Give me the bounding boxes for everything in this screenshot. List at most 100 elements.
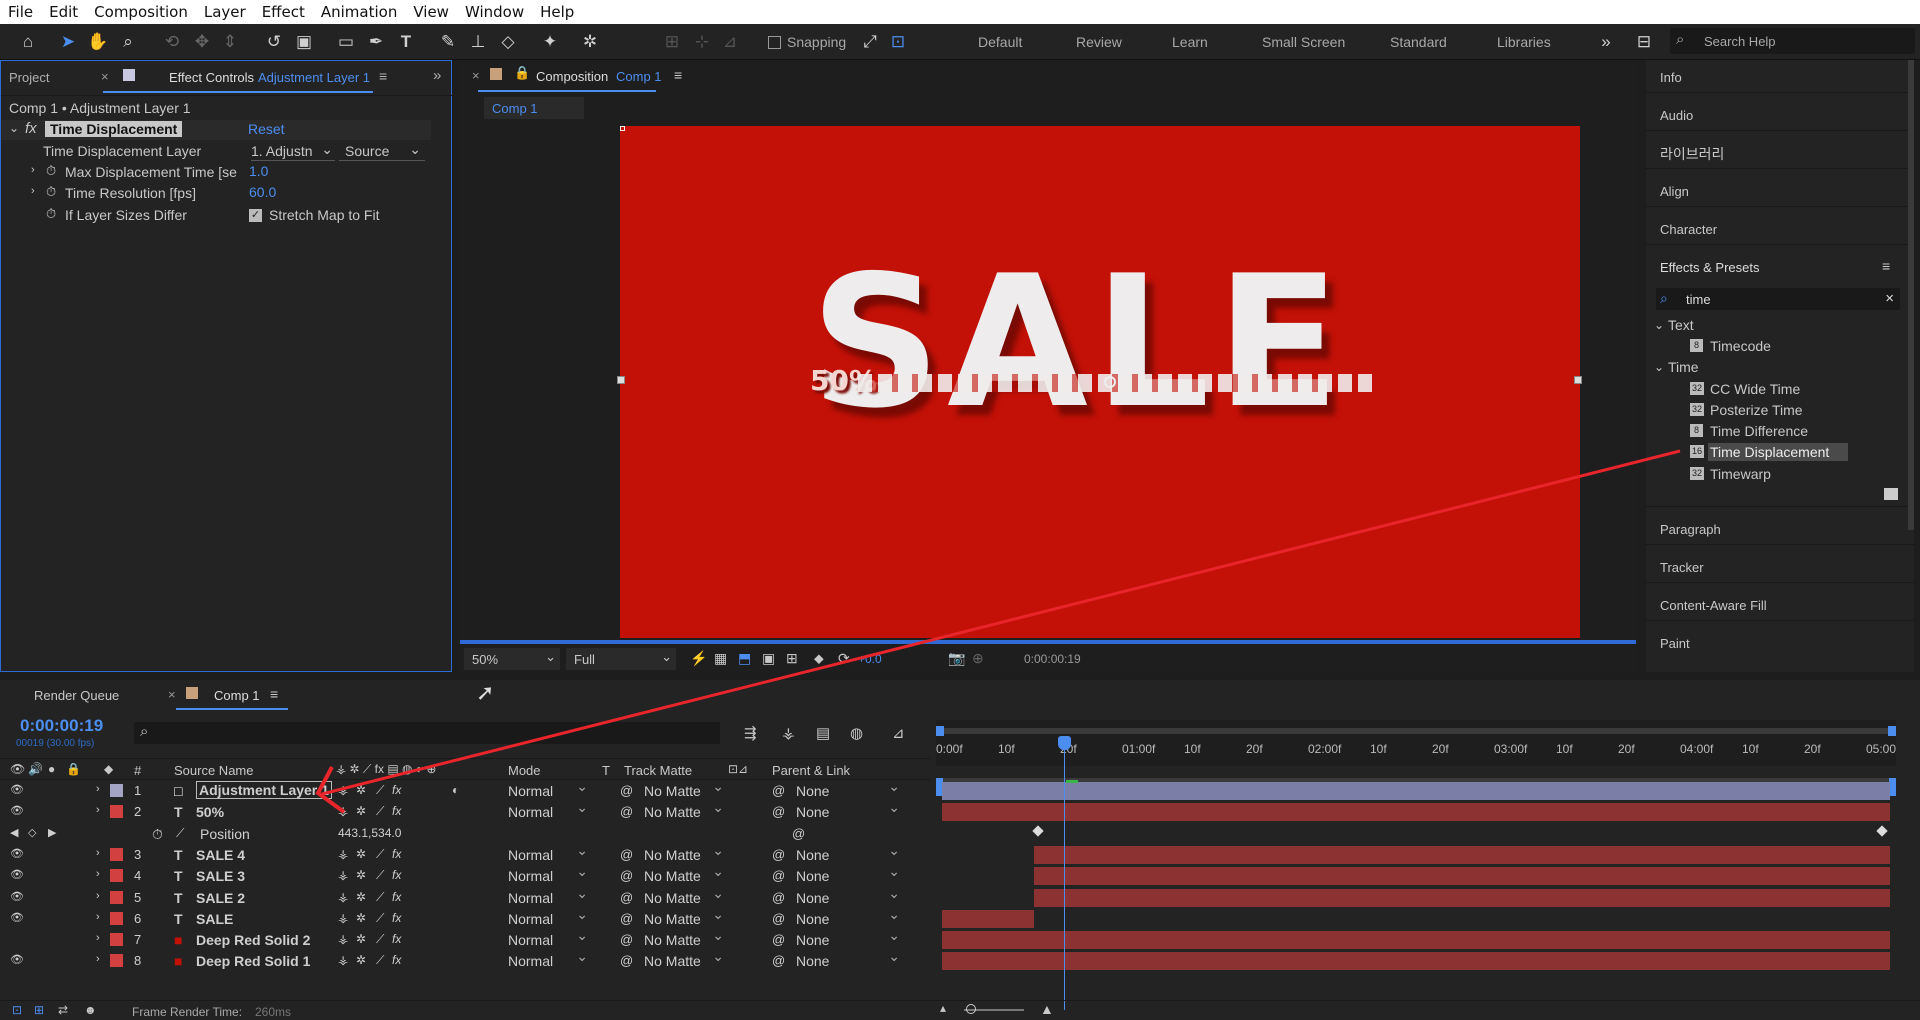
layer-duration-bar[interactable] [942,782,1890,800]
layer-name[interactable]: Deep Red Solid 2 [196,932,310,948]
parent-pick-whip-icon[interactable]: @ [772,953,785,968]
folder-arrow-icon[interactable]: ⌄ [1654,360,1664,374]
label-tag-icon[interactable]: ◆ [104,762,113,776]
shy-icon[interactable]: ☻ [84,1003,97,1017]
track-matte-dropdown[interactable]: No Matte [644,927,724,948]
home-icon[interactable]: ⌂ [16,30,40,54]
tree-timewarp[interactable]: Timewarp [1710,466,1771,482]
parent-pick-whip-icon[interactable]: @ [772,804,785,819]
parent-dropdown[interactable]: None [796,863,900,884]
displacement-source-dropdown[interactable]: Source ⌄ [339,141,425,161]
collapse-switch-icon[interactable]: ✲ [356,953,366,967]
menu-composition[interactable]: Composition [86,3,196,21]
pick-whip-icon[interactable]: @ [620,911,633,926]
parent-pick-whip-icon[interactable]: @ [772,868,785,883]
visibility-icon[interactable]: 👁 [10,911,24,924]
layer-duration-bar[interactable] [942,931,1890,950]
fx-switch-icon[interactable]: fx [392,911,401,925]
adjustment-switch-icon[interactable]: ◐ [452,783,459,797]
layer-row[interactable]: 👁 › 3 T SALE 4 ⚶ ✲ ⟋ fx Normal @ No Matte @ None [0,842,930,865]
reset-link[interactable]: Reset [248,121,285,137]
tree-time-displacement-row[interactable]: Time Displacement [1708,443,1848,461]
fx-switch-icon[interactable]: fx [392,783,401,797]
snapping-checkbox[interactable] [768,36,781,49]
tab-render-queue[interactable]: Render Queue [34,688,119,703]
menu-layer[interactable]: Layer [196,3,254,21]
quality-switch-icon[interactable]: ⟋ [376,890,384,905]
parent-pick-whip-icon[interactable]: @ [772,911,785,926]
snap-edges-icon[interactable]: ⤢ [858,30,882,54]
panel-menu-icon[interactable]: ≡ [674,67,682,83]
audio-switch-icon[interactable]: 🔊 [28,762,43,776]
tree-folder-time[interactable]: Time [1668,359,1699,375]
parent-dropdown[interactable]: None [796,885,900,906]
layer-name[interactable]: SALE [196,911,233,927]
expand-arrow-icon[interactable]: › [96,847,100,859]
mode-dropdown[interactable]: Normal [508,948,588,969]
solo-switch-icon[interactable]: ● [48,762,55,776]
graph-icon[interactable]: ⟋ [176,826,184,841]
layer-duration-bar[interactable] [1034,888,1890,907]
visibility-icon[interactable]: 👁 [10,868,24,881]
layer-duration-bar[interactable] [1034,845,1890,864]
keyframe-icon[interactable]: ◇ [28,826,36,839]
comp-canvas[interactable]: SALE 50% [617,126,1582,638]
layer-row[interactable]: 👁 › 1 □ Adjustment Layer 1 ⚶ ✲ ⟋ fx ◐ Normal @ No Ma… [0,778,930,801]
zoom-tool-icon[interactable]: ⌕ [116,30,140,54]
selection-tool-icon[interactable]: ➤ [56,30,80,54]
label-color[interactable] [110,784,123,797]
layer-row[interactable]: 👁 › 6 T SALE ⚶ ✲ ⟋ fx Normal @ No Matte @ None [0,906,930,929]
layer-name[interactable]: SALE 3 [196,868,245,884]
menu-effect[interactable]: Effect [254,3,313,21]
panel-menu-icon[interactable]: ≡ [379,68,387,84]
collapse-switch-icon[interactable]: ✲ [356,932,366,946]
fx-switch-icon[interactable]: fx [392,804,401,818]
collapse-switch-icon[interactable]: ✲ [356,868,366,882]
expand-arrow-icon[interactable]: › [96,890,100,902]
menu-file[interactable]: File [0,3,41,21]
pick-whip-icon[interactable]: @ [620,890,633,905]
label-color[interactable] [110,954,123,968]
prev-keyframe-icon[interactable]: ◀ [10,826,18,839]
collapse-arrow-icon[interactable]: ⌄ [9,121,19,135]
parent-pick-whip-icon[interactable]: @ [772,890,785,905]
expand-arrow-icon[interactable]: › [96,804,100,816]
displacement-layer-dropdown[interactable]: 1. Adjustn ⌄ [251,141,335,161]
layer-duration-bar[interactable] [942,803,1890,822]
property-value[interactable]: 443.1,534.0 [338,826,401,840]
layer-duration-bar[interactable] [1034,867,1890,886]
label-color[interactable] [110,933,123,947]
axis-local-icon[interactable]: ⊞ [660,30,684,54]
quality-switch-icon[interactable]: ⟋ [376,868,384,883]
axis-view-icon[interactable]: ⊿ [718,30,742,54]
panel-libraries[interactable]: 라이브러리 [1660,144,1724,164]
workspace-learn[interactable]: Learn [1172,34,1208,50]
mask-visibility-icon[interactable]: ⬒ [738,650,751,667]
label-color[interactable] [110,805,123,819]
parent-dropdown[interactable]: None [796,842,900,863]
parent-dropdown[interactable]: None [796,778,900,799]
pick-whip-icon[interactable]: @ [620,847,633,862]
stopwatch-icon[interactable]: ⏱ [46,206,56,222]
keyframe-marker[interactable] [1032,824,1044,837]
graph-editor-icon[interactable]: ⊿ [892,724,905,742]
resolution-dropdown[interactable]: Full ⌄ [566,648,676,670]
pan-tool-icon[interactable]: ✥ [190,30,214,54]
expand-arrow-icon[interactable]: › [96,783,100,795]
effects-search-input[interactable]: ⌕ time × [1656,288,1900,310]
dolly-tool-icon[interactable]: ⇕ [218,30,242,54]
mode-dropdown[interactable]: Normal [508,778,588,799]
tree-time-difference[interactable]: Time Difference [1710,423,1808,439]
folder-arrow-icon[interactable]: ⌄ [1654,318,1664,332]
lock-icon[interactable]: 🔒 [514,65,530,81]
work-area-end-handle[interactable] [1888,726,1896,736]
expand-arrow-icon[interactable]: › [96,953,100,965]
quality-switch-icon[interactable]: ⟋ [376,847,384,862]
transparency-grid-icon[interactable]: ▦ [714,650,727,667]
label-color[interactable] [110,847,123,861]
layer-duration-bar[interactable] [942,909,1034,928]
layer-handle-left[interactable] [617,376,625,384]
comp-timecode[interactable]: 0:00:00:19 [1024,652,1081,666]
track-matte-dropdown[interactable]: No Matte [644,842,724,863]
expand-arrow-icon[interactable]: › [96,932,100,944]
